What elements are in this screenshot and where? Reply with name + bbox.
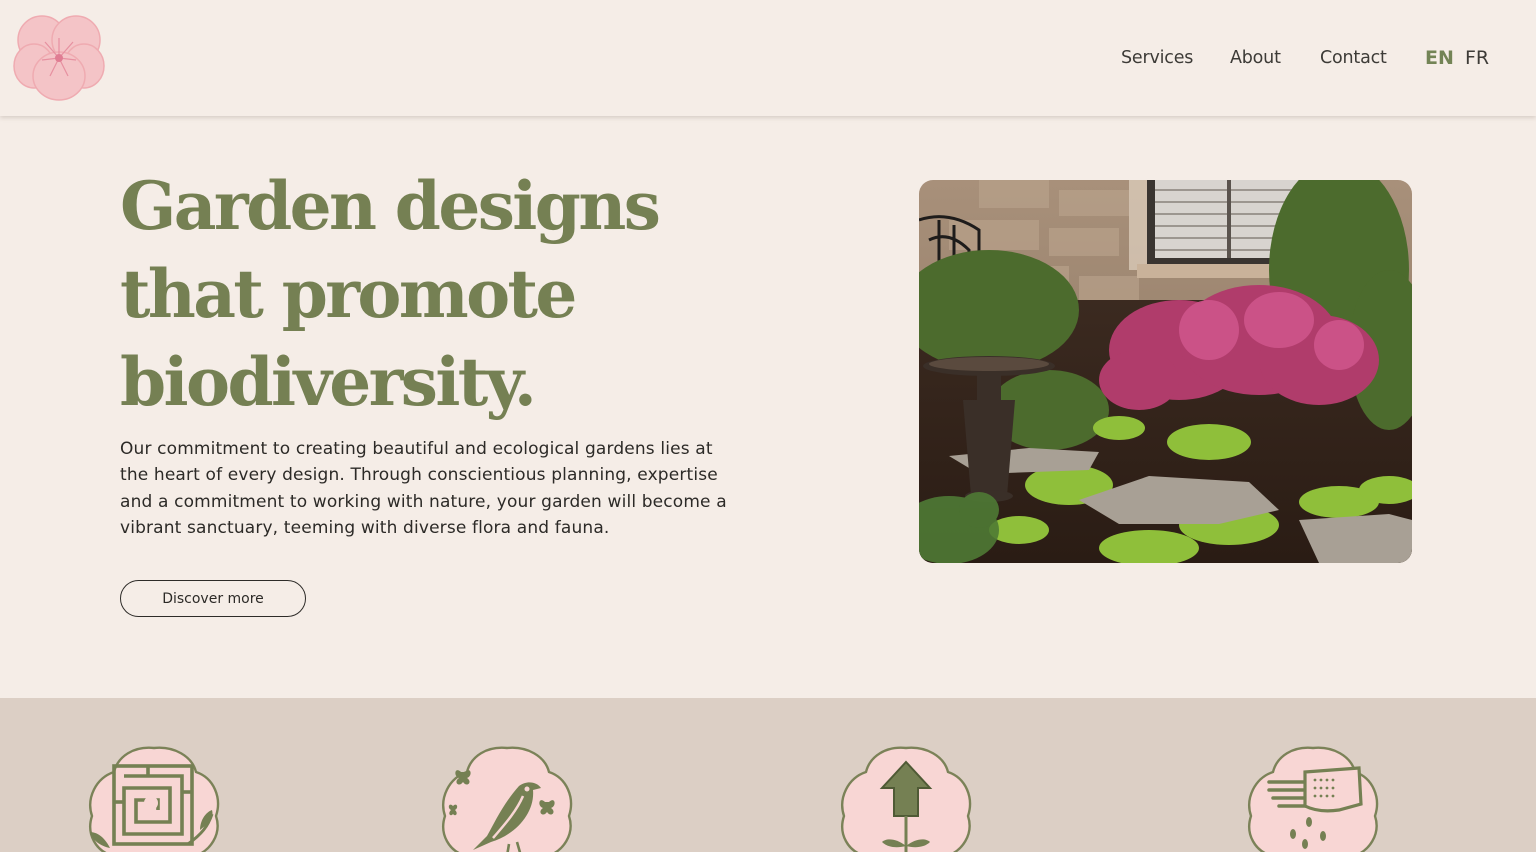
hero-description: Our commitment to creating beautiful and… xyxy=(120,439,727,538)
gloved-hand-seeds-icon[interactable] xyxy=(1243,742,1383,852)
nav-link-services[interactable]: Services xyxy=(1121,48,1193,68)
hero-title-line: that promote xyxy=(120,255,577,333)
hero-garden-image xyxy=(919,180,1412,563)
bird-butterfly-icon[interactable] xyxy=(437,742,577,852)
site-header: Services About Contact EN FR xyxy=(0,0,1536,116)
pansy-logo-icon[interactable] xyxy=(12,10,106,104)
services-band xyxy=(0,698,1536,852)
hero-title-line: Garden designs xyxy=(120,167,661,245)
language-fr-link[interactable]: FR xyxy=(1465,47,1489,69)
language-en-link[interactable]: EN xyxy=(1425,47,1454,69)
hero-title: Garden designs that promote biodiversity… xyxy=(120,162,820,426)
maze-icon[interactable] xyxy=(84,742,224,852)
growth-arrow-plant-icon[interactable] xyxy=(836,742,976,852)
nav-link-about[interactable]: About xyxy=(1230,48,1281,68)
hero-title-line: biodiversity. xyxy=(120,343,537,421)
discover-more-button[interactable]: Discover more xyxy=(120,580,306,617)
nav-link-contact[interactable]: Contact xyxy=(1320,48,1387,68)
